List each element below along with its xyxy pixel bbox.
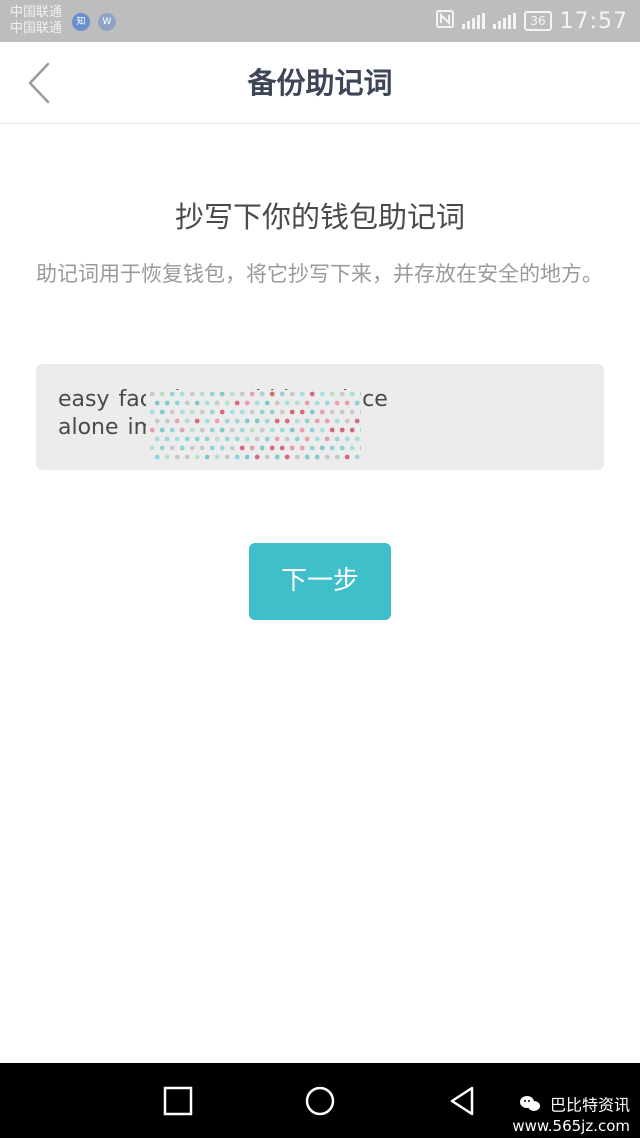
page-title: 备份助记词 — [247, 66, 393, 100]
weibo-notification-icon: W — [98, 13, 116, 31]
battery-icon: 36 — [524, 11, 552, 31]
back-button[interactable] — [20, 58, 60, 108]
status-clock: 17:57 — [559, 8, 628, 34]
watermark-name: 巴比特资讯 — [549, 1095, 630, 1115]
redaction-dots — [146, 390, 361, 462]
status-bar: 中国联通 中国联通 知 W 36 17:57 — [0, 0, 640, 42]
nfc-icon — [436, 10, 455, 32]
source-watermark: 巴比特资讯 www.565jz.com — [512, 1095, 630, 1135]
circle-icon — [305, 1086, 335, 1116]
square-icon — [163, 1086, 193, 1116]
watermark-url: www.565jz.com — [512, 1117, 630, 1135]
triangle-back-icon — [450, 1086, 474, 1116]
mnemonic-phrase-box: easy face ice art bid produce alone imp — [36, 364, 604, 470]
signal-strength-icon-2 — [493, 13, 517, 29]
system-back-button[interactable] — [444, 1083, 480, 1119]
system-navigation-bar: 巴比特资讯 www.565jz.com — [0, 1063, 640, 1138]
home-button[interactable] — [302, 1083, 338, 1119]
status-indicators: 36 17:57 — [436, 6, 628, 36]
recent-apps-button[interactable] — [160, 1083, 196, 1119]
chevron-left-icon — [28, 62, 50, 104]
next-step-button[interactable]: 下一步 — [249, 543, 391, 620]
instruction-text: 助记词用于恢复钱包，将它抄写下来，并存放在安全的地方。 — [36, 262, 603, 286]
signal-strength-icon — [462, 13, 486, 29]
app-header: 备份助记词 — [0, 42, 640, 124]
carrier-label: 中国联通 中国联通 — [10, 5, 63, 36]
section-heading: 抄写下你的钱包助记词 — [174, 200, 465, 234]
wechat-icon — [519, 1095, 541, 1117]
zhihu-notification-icon: 知 — [72, 13, 90, 31]
